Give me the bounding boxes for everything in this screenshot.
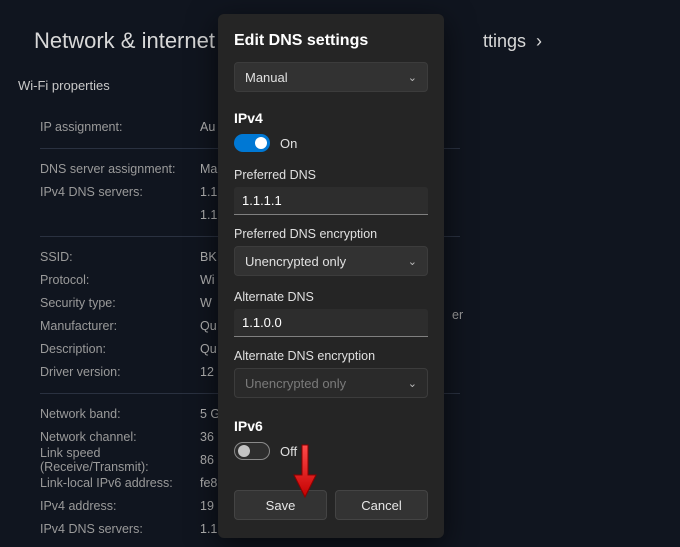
preferred-dns-input[interactable] [234, 187, 428, 215]
table-row: 1.1 [40, 540, 440, 547]
ipv6-header: IPv6 [234, 418, 428, 434]
alternate-dns-input[interactable] [234, 309, 428, 337]
wifi-properties-heading: Wi-Fi properties [18, 78, 110, 93]
preferred-dns-label: Preferred DNS [234, 168, 428, 182]
ipv4-toggle-label: On [280, 136, 297, 151]
header-right-fragment: ttings › [483, 31, 542, 52]
dns-mode-dropdown[interactable]: Manual ⌄ [234, 62, 428, 92]
chevron-down-icon: ⌄ [408, 255, 417, 268]
chevron-down-icon: ⌄ [408, 377, 417, 390]
dialog-title: Edit DNS settings [234, 32, 428, 50]
preferred-dns-encryption-dropdown[interactable]: Unencrypted only ⌄ [234, 246, 428, 276]
ipv4-header: IPv4 [234, 110, 428, 126]
alternate-dns-label: Alternate DNS [234, 290, 428, 304]
dropdown-value: Manual [245, 70, 288, 85]
preferred-dns-encryption-label: Preferred DNS encryption [234, 227, 428, 241]
save-button[interactable]: Save [234, 490, 327, 520]
alternate-dns-encryption-label: Alternate DNS encryption [234, 349, 428, 363]
alternate-dns-encryption-dropdown[interactable]: Unencrypted only ⌄ [234, 368, 428, 398]
ipv4-toggle[interactable] [234, 134, 270, 152]
dropdown-value: Unencrypted only [245, 254, 346, 269]
chevron-down-icon: ⌄ [408, 71, 417, 84]
ipv6-toggle-label: Off [280, 444, 297, 459]
edit-dns-settings-dialog: Edit DNS settings Manual ⌄ IPv4 On Prefe… [218, 14, 444, 538]
dropdown-value: Unencrypted only [245, 376, 346, 391]
bg-text-fragment: er [452, 308, 463, 322]
header-left: Network & internet [34, 28, 215, 54]
ipv6-toggle[interactable] [234, 442, 270, 460]
cancel-button[interactable]: Cancel [335, 490, 428, 520]
